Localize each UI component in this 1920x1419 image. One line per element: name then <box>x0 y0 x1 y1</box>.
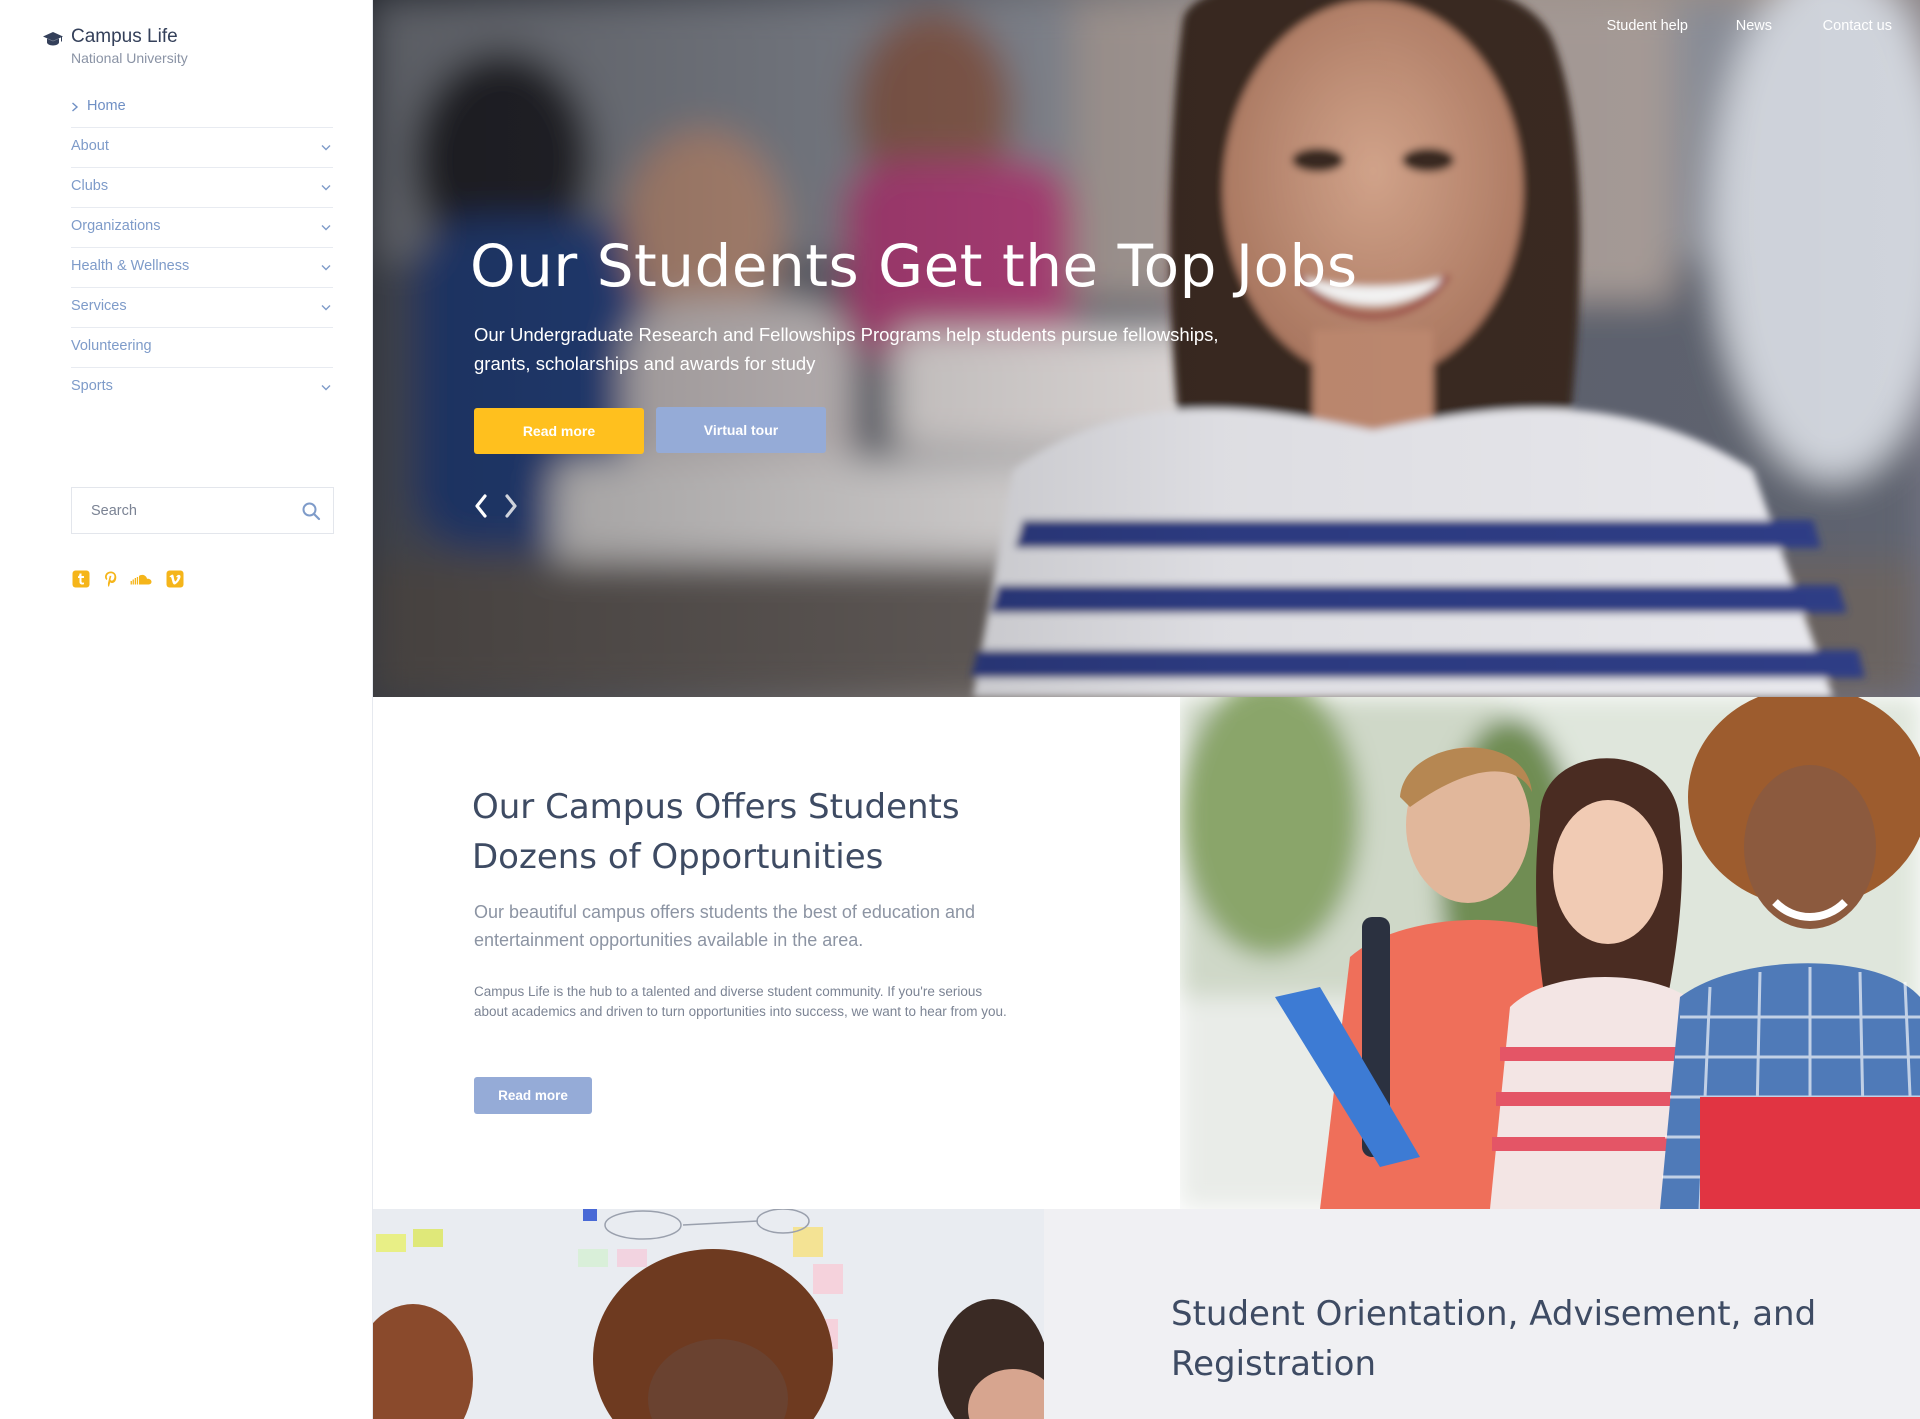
soundcloud-icon[interactable] <box>130 570 154 588</box>
sidebar-item-label: Home <box>87 98 126 114</box>
section-lead: Our beautiful campus offers students the… <box>474 902 975 950</box>
read-more-button[interactable]: Read more <box>474 408 644 454</box>
chevron-down-icon[interactable] <box>321 144 331 151</box>
hero-slider: Student help News Contact us Our Student… <box>373 0 1920 697</box>
chevron-down-icon[interactable] <box>321 264 331 271</box>
sidebar-item-sports[interactable]: Sports <box>71 368 333 408</box>
section-title: Our Campus Offers Students Dozens of Opp… <box>472 787 960 877</box>
top-nav-news[interactable]: News <box>1736 18 1772 34</box>
sidebar-item-organizations[interactable]: Organizations <box>71 208 333 248</box>
top-nav-student-help[interactable]: Student help <box>1607 18 1688 34</box>
graduation-cap-icon <box>43 32 63 46</box>
sidebar-item-clubs[interactable]: Clubs <box>71 168 333 208</box>
hero-text: Our Undergraduate Research and Fellowshi… <box>474 324 1219 374</box>
sidebar-item-label: Sports <box>71 378 113 394</box>
chevron-right-icon[interactable] <box>503 493 519 519</box>
section-body: Campus Life is the hub to a talented and… <box>474 984 1007 1019</box>
hero-title: Our Students Get the Top Jobs <box>470 232 1358 300</box>
vimeo-icon[interactable] <box>166 570 184 588</box>
chevron-left-icon[interactable] <box>473 493 489 519</box>
read-more-button[interactable]: Read more <box>474 1077 592 1114</box>
virtual-tour-button[interactable]: Virtual tour <box>656 407 826 453</box>
search-icon[interactable] <box>301 501 321 521</box>
search-input[interactable] <box>72 488 282 533</box>
sidebar-item-label: Clubs <box>71 178 109 194</box>
sidebar-item-volunteering[interactable]: Volunteering <box>71 328 333 368</box>
sidebar-item-label: Organizations <box>71 218 161 234</box>
sidebar-item-label: Health & Wellness <box>71 258 190 274</box>
section-title: Student Orientation, Advisement, and Reg… <box>1171 1294 1817 1384</box>
sidebar-item-home[interactable]: Home <box>71 88 333 128</box>
top-nav-contact-us[interactable]: Contact us <box>1823 18 1892 34</box>
brand-title: Campus Life <box>71 26 178 47</box>
chevron-down-icon[interactable] <box>321 224 331 231</box>
chevron-right-icon <box>72 102 79 112</box>
pinterest-icon[interactable] <box>102 570 120 588</box>
sidebar-item-label: Volunteering <box>71 338 152 354</box>
sidebar: Campus Life National University Home Abo… <box>0 0 373 1419</box>
students-group-photo <box>1180 697 1920 1209</box>
brand-subtitle: National University <box>71 50 188 66</box>
sidebar-item-label: Services <box>71 298 127 314</box>
campus-opportunities-section: Our Campus Offers Students Dozens of Opp… <box>373 697 1920 1209</box>
students-studying-photo <box>373 1209 1044 1419</box>
sidebar-item-label: About <box>71 138 109 154</box>
sidebar-nav: Home About Clubs Organizations Health & … <box>71 88 333 408</box>
orientation-section: Student Orientation, Advisement, and Reg… <box>373 1209 1920 1419</box>
chevron-down-icon[interactable] <box>321 384 331 391</box>
sidebar-item-about[interactable]: About <box>71 128 333 168</box>
chevron-down-icon[interactable] <box>321 184 331 191</box>
chevron-down-icon[interactable] <box>321 304 331 311</box>
search-box <box>71 487 334 534</box>
sidebar-item-health-wellness[interactable]: Health & Wellness <box>71 248 333 288</box>
tumblr-icon[interactable] <box>72 570 90 588</box>
sidebar-item-services[interactable]: Services <box>71 288 333 328</box>
